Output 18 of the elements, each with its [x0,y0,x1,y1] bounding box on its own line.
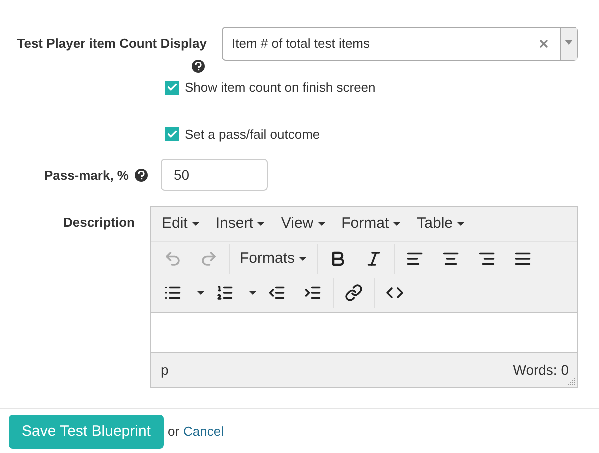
field-label: Description [63,214,135,232]
cancel-link[interactable]: Cancel [184,422,224,442]
checkbox-label: Set a pass/fail outcome [185,126,320,144]
formats-dropdown[interactable]: Formats [232,244,316,274]
field-label: Pass-mark, % [44,167,129,185]
menu-button[interactable]: Table [411,212,471,236]
pass-mark-field[interactable]: 50 [161,159,268,191]
select-value: Item # of total test items [231,35,371,54]
word-count: Words: 0 [513,360,569,380]
field-label: Test Player item Count Display [17,35,207,53]
element-path: p [161,360,169,380]
menu-button[interactable]: Insert [210,212,272,236]
count-display-select[interactable]: Item # of total test items [222,27,578,61]
menu-button[interactable]: View [275,212,332,236]
checkbox-label: Show item count on finish screen [185,79,376,97]
or-text: or [168,423,180,442]
menu-button[interactable]: Edit [156,212,206,236]
menu-button[interactable]: Format [336,212,408,236]
